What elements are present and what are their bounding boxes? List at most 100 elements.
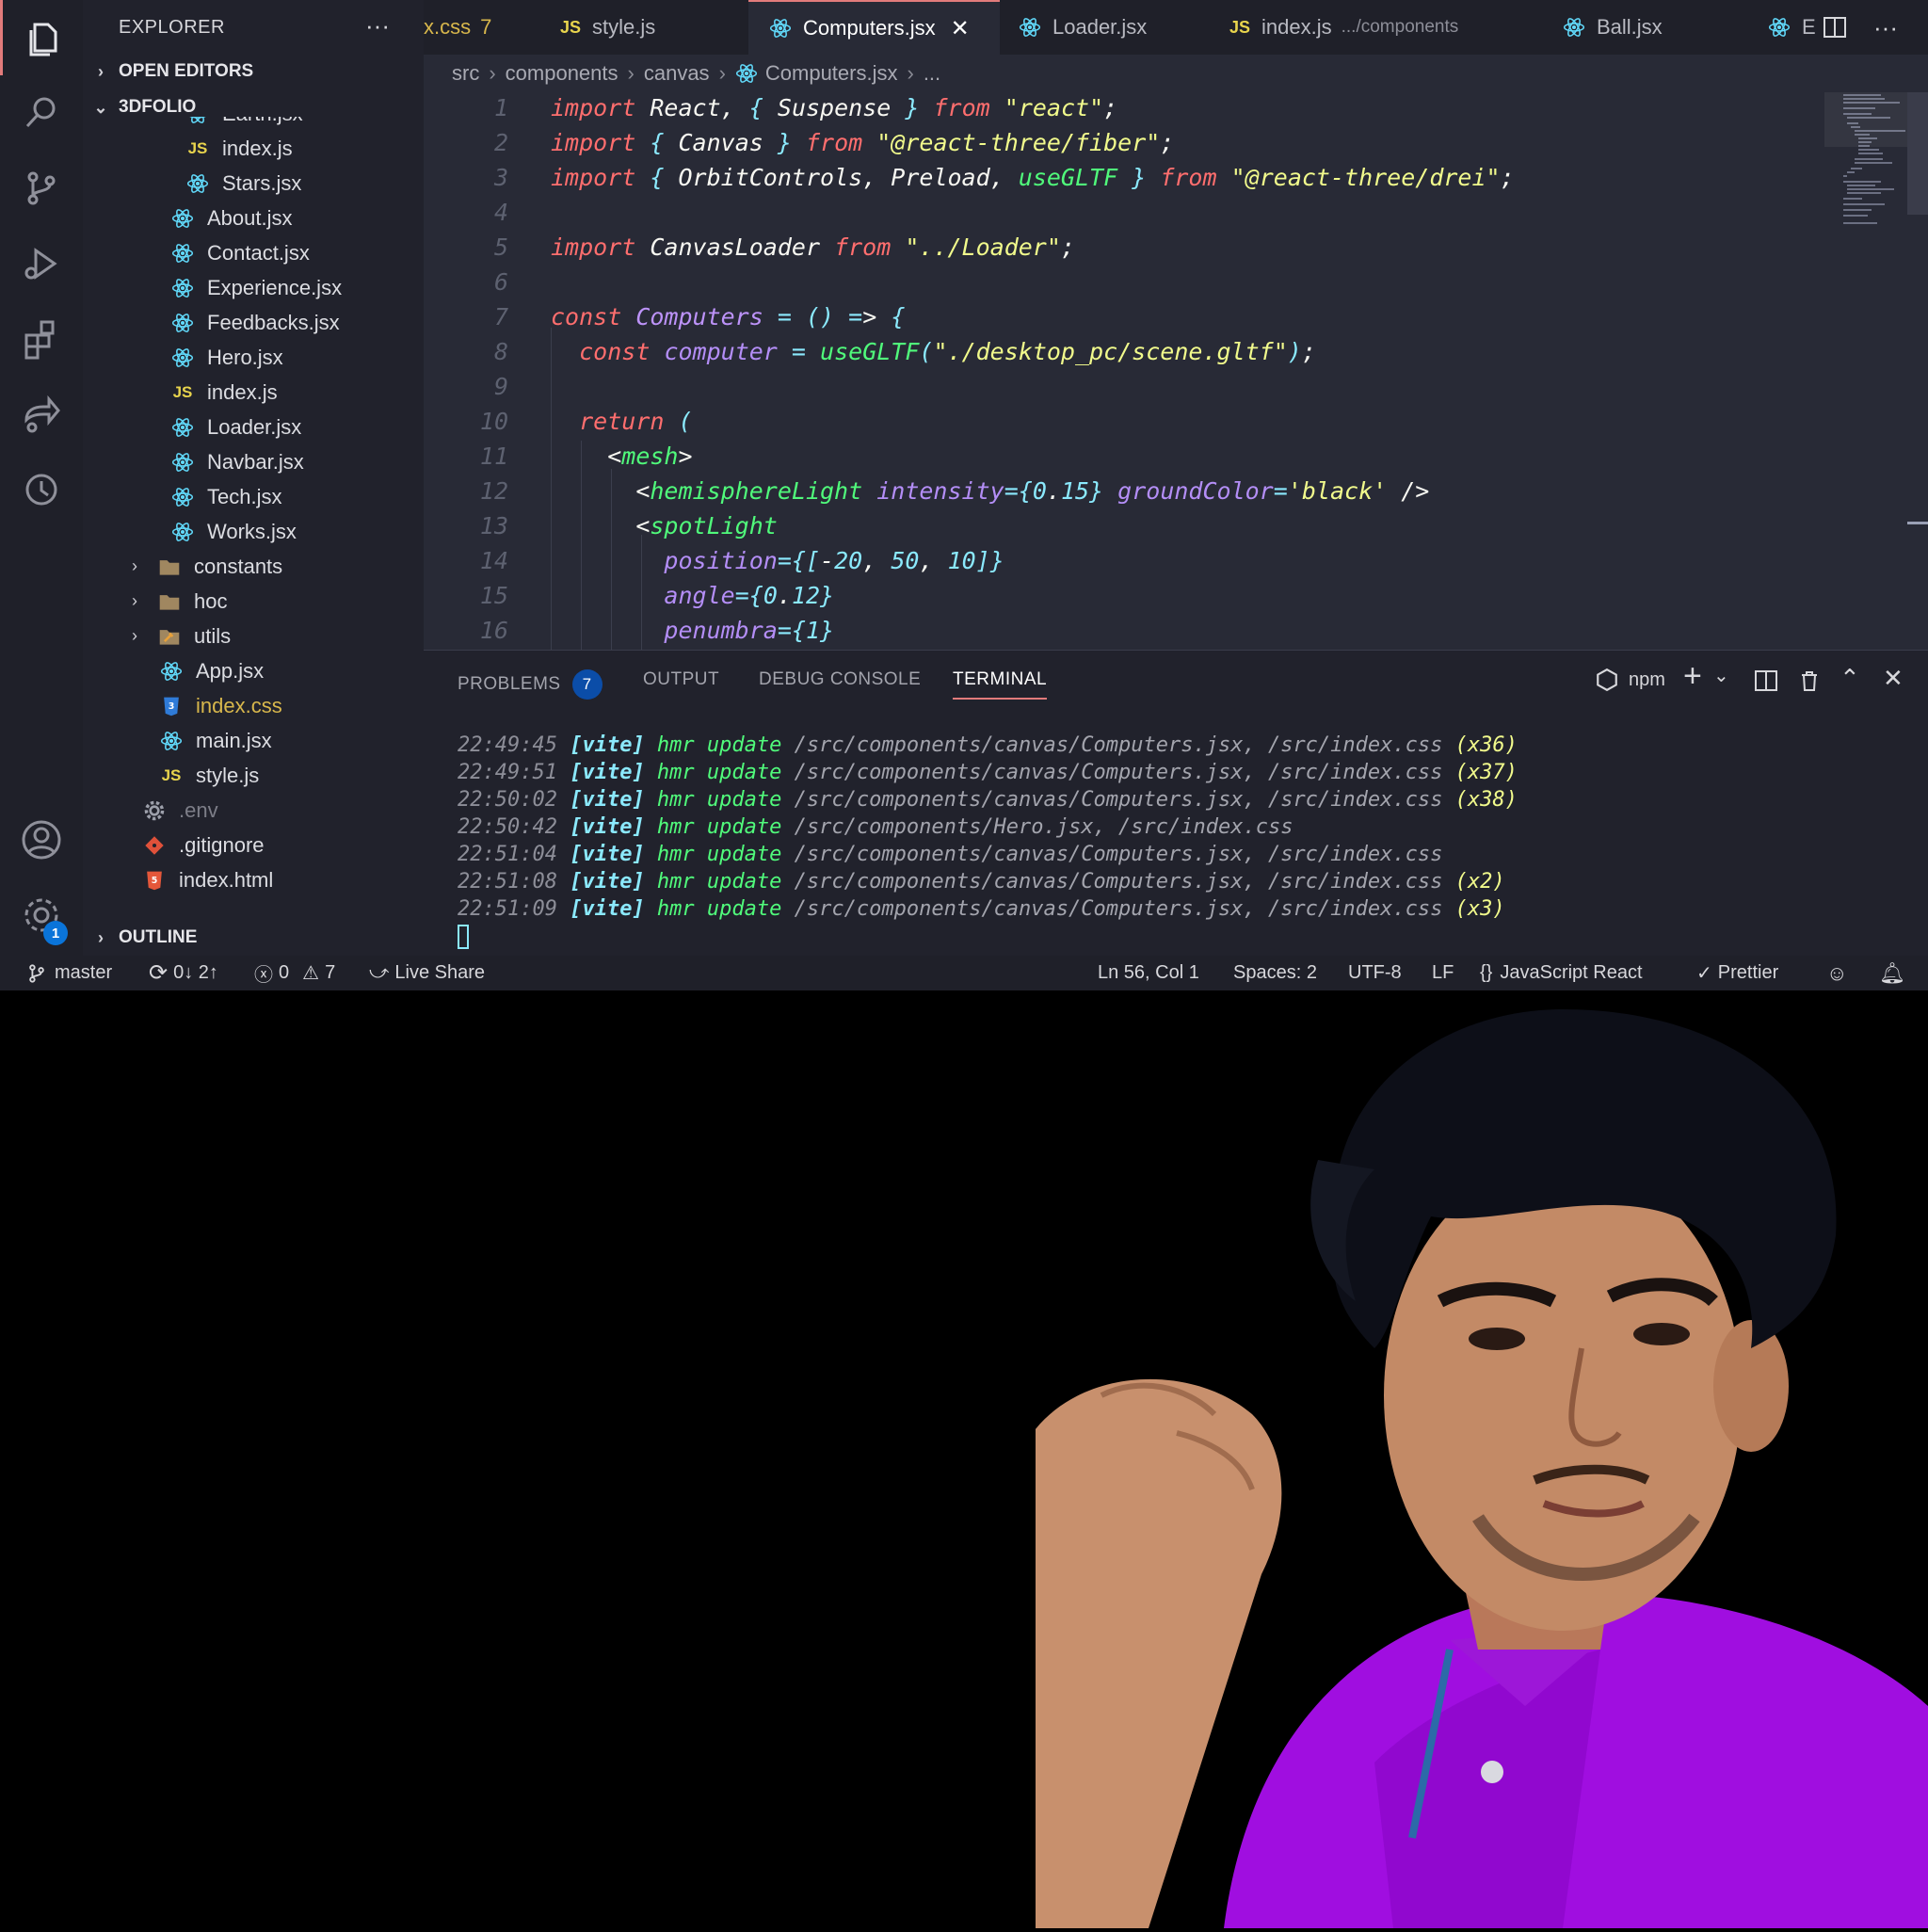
tree-item[interactable]: Loader.jsx [83,410,424,444]
tab-output[interactable]: OUTPUT [643,669,719,690]
tree-item[interactable]: Hero.jsx [83,340,424,375]
code-token [650,338,664,365]
code-token: import [551,94,635,121]
breadcrumb-item[interactable]: canvas [644,61,710,86]
terminal-selector[interactable]: npm [1595,668,1665,692]
tree-item[interactable]: Stars.jsx [83,166,424,201]
tab-index-css[interactable]: x.css 7 [424,0,541,55]
code-token: useGLTF [820,338,919,365]
code-token: mesh [621,443,678,470]
tab-computers-jsx[interactable]: Computers.jsx ✕ [748,0,1000,55]
language-status[interactable]: {} JavaScript React [1480,956,1643,990]
tree-item[interactable]: JS index.js [83,131,424,166]
close-icon[interactable]: ✕ [951,15,970,42]
terminal-prompt[interactable] [458,925,1518,952]
indentation-status[interactable]: Spaces: 2 [1233,956,1317,990]
source-control-icon[interactable] [0,151,83,226]
tab-problems[interactable]: PROBLEMS7 [458,669,602,700]
split-terminal-icon[interactable] [1753,668,1779,700]
live-share-icon[interactable] [0,377,83,452]
tab-overflow[interactable]: E [1768,0,1815,55]
run-debug-icon[interactable] [0,226,83,301]
tree-item[interactable]: .env [83,793,424,828]
tree-item[interactable]: .gitignore [83,828,424,862]
tree-item[interactable]: Experience.jsx [83,270,424,305]
tree-item[interactable]: App.jsx [83,653,424,688]
outline-section[interactable]: › OUTLINE [83,921,424,955]
close-panel-icon[interactable]: ✕ [1883,664,1904,693]
more-actions-icon[interactable]: ··· [365,11,390,40]
code-token: 15 [1061,477,1089,505]
tree-item[interactable]: JS index.js [83,375,424,410]
branch-status[interactable]: master [26,956,112,990]
breadcrumb-item[interactable]: src [452,61,479,86]
tree-item[interactable]: About.jsx [83,201,424,235]
tree-item[interactable]: main.jsx [83,723,424,758]
code-token: angle [664,582,734,609]
explorer-icon[interactable] [0,0,86,75]
tab-label: E [1802,15,1816,40]
tree-folder[interactable]: › hoc [83,584,424,619]
settings-badge: 1 [43,921,68,945]
account-icon[interactable] [0,802,83,877]
code-token: { [891,303,905,330]
tree-item[interactable]: Tech.jsx [83,479,424,514]
split-editor-button[interactable] [1822,0,1869,55]
tree-item[interactable]: Earth.jsx [83,117,424,131]
live-share-status[interactable]: ⤻ Live Share [369,956,485,990]
breadcrumb-item[interactable]: ... [924,61,940,86]
encoding-status[interactable]: UTF-8 [1348,956,1402,990]
tree-folder[interactable]: › constants [83,549,424,584]
tree-item-label: Works.jsx [207,520,297,544]
tree-item[interactable]: Feedbacks.jsx [83,305,424,340]
chevron-right-icon: › [489,61,495,86]
code-token [635,94,650,121]
terminal-output[interactable]: 22:49:45 [vite] hmr update /src/componen… [458,733,1518,952]
code-token [635,233,650,261]
tab-loader-jsx[interactable]: Loader.jsx [1019,0,1197,55]
terminal-shell-label: npm [1629,669,1665,691]
tree-item[interactable]: Navbar.jsx [83,444,424,479]
search-icon[interactable] [0,75,83,151]
maximize-panel-icon[interactable]: ⌃ [1840,664,1860,693]
line-number: 16 [424,617,508,644]
tree-folder[interactable]: › utils [83,619,424,653]
sync-status[interactable]: ⟳ 0↓ 2↑ [149,956,218,990]
code-line: <mesh> [551,443,693,470]
line-number: 5 [424,233,508,261]
code-token: { [792,547,806,574]
tree-item[interactable]: Contact.jsx [83,235,424,270]
open-editors-section[interactable]: › OPEN EDITORS [83,55,424,89]
breadcrumb-item[interactable]: Computers.jsx [765,61,898,86]
timeline-icon[interactable] [0,452,83,527]
tab-ball-jsx[interactable]: Ball.jsx [1563,0,1713,55]
tab-style-js[interactable]: JS style.js [560,0,748,55]
more-actions-button[interactable]: ··· [1873,0,1920,55]
tab-terminal[interactable]: TERMINAL [953,669,1047,700]
code-editor[interactable]: 1 2 3 4 5 6 7 8 9 10 11 12 13 14 15 16 i… [424,92,1928,650]
notifications-icon[interactable]: 🔔︎ [1879,956,1905,990]
trash-icon[interactable] [1796,668,1823,700]
terminal-cursor [458,925,469,949]
chevron-down-icon[interactable]: ⌄ [1713,664,1729,687]
extensions-icon[interactable] [0,301,83,377]
code-token: ; [1061,233,1075,261]
tree-item[interactable]: 5 index.html [83,862,424,897]
prettier-status[interactable]: ✓ Prettier [1696,956,1778,990]
eol-status[interactable]: LF [1432,956,1454,990]
tab-debug-console[interactable]: DEBUG CONSOLE [759,669,921,690]
prettier-label: Prettier [1718,962,1778,984]
code-token: 20 [834,547,862,574]
tree-item[interactable]: JS style.js [83,758,424,793]
cursor-position[interactable]: Ln 56, Col 1 [1098,956,1199,990]
new-terminal-icon[interactable]: + [1683,658,1702,695]
feedback-icon[interactable]: ☺ [1826,956,1847,990]
chevron-right-icon: › [122,591,147,611]
tree-item[interactable]: 3 index.css 7 [83,688,424,723]
settings-icon[interactable]: 1 [0,877,83,953]
tab-index-js[interactable]: JS index.js .../components [1229,0,1550,55]
breadcrumb-item[interactable]: components [506,61,619,86]
minimap[interactable] [1824,92,1928,650]
tree-item[interactable]: Works.jsx [83,514,424,549]
problems-status[interactable]: ⓧ 0 ⚠ 7 [254,956,335,990]
